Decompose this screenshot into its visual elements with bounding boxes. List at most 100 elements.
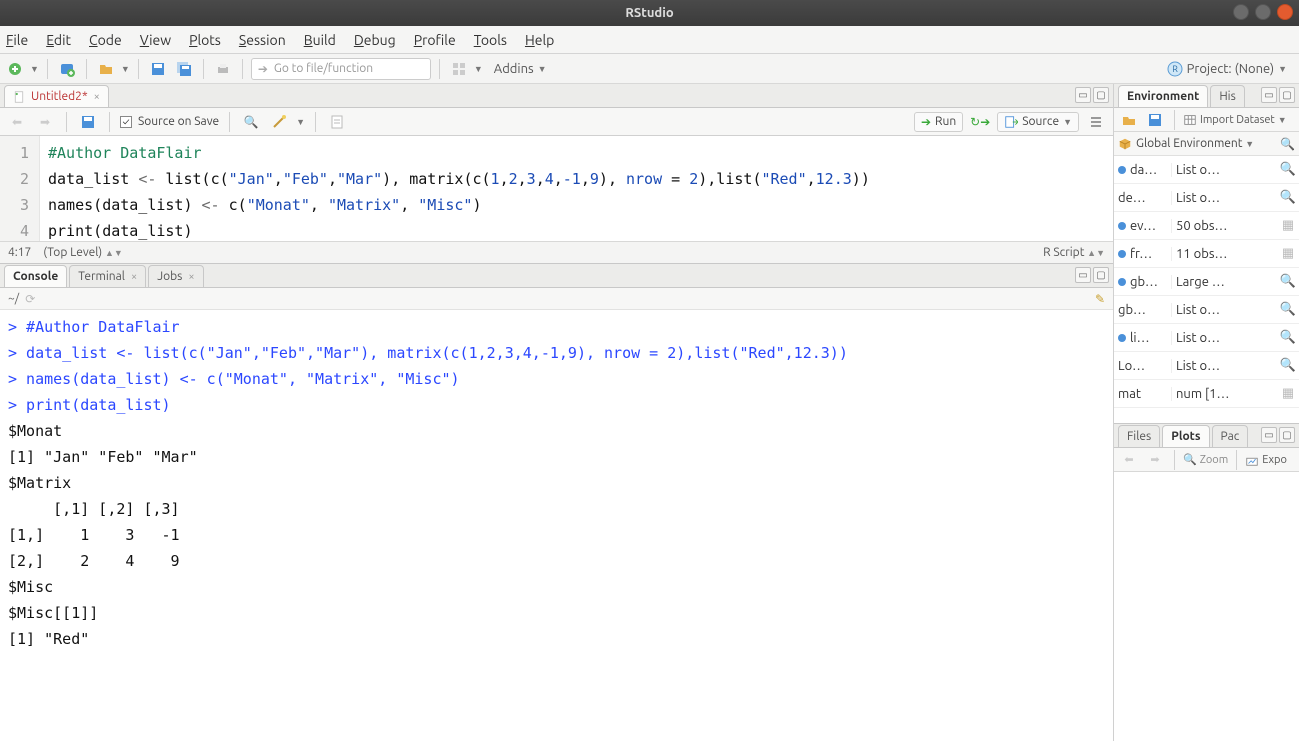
menu-plots[interactable]: Plots <box>189 32 221 48</box>
window-maximize-button[interactable] <box>1255 4 1271 20</box>
source-editor[interactable]: 1234 #Author DataFlairdata_list <- list(… <box>0 136 1113 241</box>
tab-files[interactable]: Files <box>1118 425 1160 447</box>
tab-jobs[interactable]: Jobs × <box>148 265 203 287</box>
menu-help[interactable]: Help <box>525 32 554 48</box>
arrow-right-icon: ➔ <box>258 62 268 76</box>
menu-code[interactable]: Code <box>89 32 122 48</box>
close-tab-icon[interactable]: × <box>131 271 137 283</box>
run-button[interactable]: ➔ Run <box>914 112 963 132</box>
menu-profile[interactable]: Profile <box>414 32 456 48</box>
find-button[interactable]: 🔍 <box>240 111 262 133</box>
dropdown-caret-icon: ▼ <box>1278 64 1287 74</box>
export-button[interactable]: Expo <box>1245 453 1287 467</box>
tab-console[interactable]: Console <box>4 265 67 287</box>
grid-icon[interactable] <box>448 58 470 80</box>
window-close-button[interactable] <box>1277 4 1293 20</box>
environment-row[interactable]: li…List o…🔍 <box>1114 324 1299 352</box>
source-tabstrip: Untitled2* × ▭ ▢ <box>0 84 1113 108</box>
source-button[interactable]: Source ▼ <box>997 112 1079 132</box>
environment-row[interactable]: da…List o…🔍 <box>1114 156 1299 184</box>
menu-tools[interactable]: Tools <box>474 32 507 48</box>
tab-pac[interactable]: Pac <box>1212 425 1249 447</box>
outline-button[interactable] <box>1085 111 1107 133</box>
export-icon <box>1245 453 1259 467</box>
environment-row[interactable]: Lo…List o…🔍 <box>1114 352 1299 380</box>
close-tab-icon[interactable]: × <box>94 91 100 103</box>
save-button[interactable] <box>147 58 169 80</box>
environment-row[interactable]: gb…Large …🔍 <box>1114 268 1299 296</box>
addins-menu[interactable]: Addins ▼ <box>487 58 554 80</box>
environment-tabstrip: EnvironmentHis ▭ ▢ <box>1114 84 1299 108</box>
minimize-pane-button[interactable]: ▭ <box>1261 427 1277 443</box>
wand-button[interactable] <box>268 111 290 133</box>
search-env-icon[interactable]: 🔍 <box>1280 137 1295 151</box>
menu-debug[interactable]: Debug <box>354 32 396 48</box>
rerun-button[interactable]: ↻➔ <box>969 111 991 133</box>
minimize-pane-button[interactable]: ▭ <box>1075 267 1091 283</box>
console-header: ~/ ⟳ ✎ <box>0 288 1113 310</box>
dropdown-caret-icon[interactable]: ▼ <box>296 117 305 127</box>
open-file-button[interactable] <box>95 58 117 80</box>
console-tabstrip: ConsoleTerminal ×Jobs × ▭ ▢ <box>0 264 1113 288</box>
scope-selector[interactable]: (Top Level) ▲▼ <box>43 246 123 259</box>
window-titlebar: RStudio <box>0 0 1299 26</box>
menu-session[interactable]: Session <box>239 32 286 48</box>
plot-next-button[interactable]: ➡ <box>1144 449 1166 471</box>
console-output[interactable]: > #Author DataFlair> data_list <- list(c… <box>0 310 1113 741</box>
dropdown-caret-icon[interactable]: ▼ <box>30 64 39 74</box>
close-tab-icon[interactable]: × <box>188 271 194 283</box>
forward-button[interactable]: ➡ <box>34 111 56 133</box>
save-workspace-button[interactable] <box>1144 109 1166 131</box>
dropdown-caret-icon: ▼ <box>1063 117 1072 127</box>
tab-terminal[interactable]: Terminal × <box>69 265 146 287</box>
console-settings-icon[interactable]: ⟳ <box>25 292 35 306</box>
maximize-pane-button[interactable]: ▢ <box>1093 87 1109 103</box>
maximize-pane-button[interactable]: ▢ <box>1093 267 1109 283</box>
tab-his[interactable]: His <box>1210 85 1245 107</box>
minimize-pane-button[interactable]: ▭ <box>1261 87 1277 103</box>
import-dataset-button[interactable]: Import Dataset ▼ <box>1183 113 1287 127</box>
environment-row[interactable]: de…List o…🔍 <box>1114 184 1299 212</box>
console-path: ~/ <box>8 292 19 305</box>
clear-console-icon[interactable]: ✎ <box>1095 292 1105 306</box>
maximize-pane-button[interactable]: ▢ <box>1279 427 1295 443</box>
zoom-button[interactable]: 🔍 Zoom <box>1183 453 1228 466</box>
tab-plots[interactable]: Plots <box>1162 425 1209 447</box>
source-on-save-label: Source on Save <box>138 115 219 128</box>
menu-file[interactable]: File <box>6 32 28 48</box>
new-file-button[interactable] <box>4 58 26 80</box>
menu-build[interactable]: Build <box>304 32 336 48</box>
environment-row[interactable]: matnum [1…▦ <box>1114 380 1299 408</box>
dropdown-caret-icon[interactable]: ▼ <box>474 64 483 74</box>
menu-edit[interactable]: Edit <box>46 32 71 48</box>
source-status-bar: 4:17 (Top Level) ▲▼ R Script ▲▼ <box>0 241 1113 263</box>
save-source-button[interactable] <box>77 111 99 133</box>
print-button[interactable] <box>212 58 234 80</box>
dropdown-caret-icon[interactable]: ▼ <box>121 64 130 74</box>
goto-file-function-input[interactable]: ➔ Go to file/function <box>251 58 431 80</box>
save-all-button[interactable] <box>173 58 195 80</box>
project-selector[interactable]: R Project: (None) ▼ <box>1167 61 1295 77</box>
window-minimize-button[interactable] <box>1233 4 1249 20</box>
report-button[interactable] <box>326 111 348 133</box>
zoom-icon: 🔍 <box>1183 453 1197 466</box>
tab-environment[interactable]: Environment <box>1118 85 1208 107</box>
environment-scope-selector[interactable]: Global Environment ▼ <box>1136 137 1276 150</box>
source-icon <box>1004 115 1018 129</box>
environment-row[interactable]: fr…11 obs…▦ <box>1114 240 1299 268</box>
plot-prev-button[interactable]: ⬅ <box>1118 449 1140 471</box>
source-btn-label: Source <box>1022 115 1059 128</box>
source-file-tab[interactable]: Untitled2* × <box>4 85 109 107</box>
import-icon <box>1183 113 1197 127</box>
environment-row[interactable]: gb…List o…🔍 <box>1114 296 1299 324</box>
maximize-pane-button[interactable]: ▢ <box>1279 87 1295 103</box>
menu-view[interactable]: View <box>140 32 171 48</box>
minimize-pane-button[interactable]: ▭ <box>1075 87 1091 103</box>
back-button[interactable]: ⬅ <box>6 111 28 133</box>
load-workspace-button[interactable] <box>1118 109 1140 131</box>
environment-row[interactable]: ev…50 obs…▦ <box>1114 212 1299 240</box>
plots-canvas <box>1114 472 1299 741</box>
filetype-selector[interactable]: R Script ▲▼ <box>1043 246 1105 259</box>
new-project-button[interactable] <box>56 58 78 80</box>
source-on-save-checkbox[interactable]: ✓ <box>120 116 132 128</box>
